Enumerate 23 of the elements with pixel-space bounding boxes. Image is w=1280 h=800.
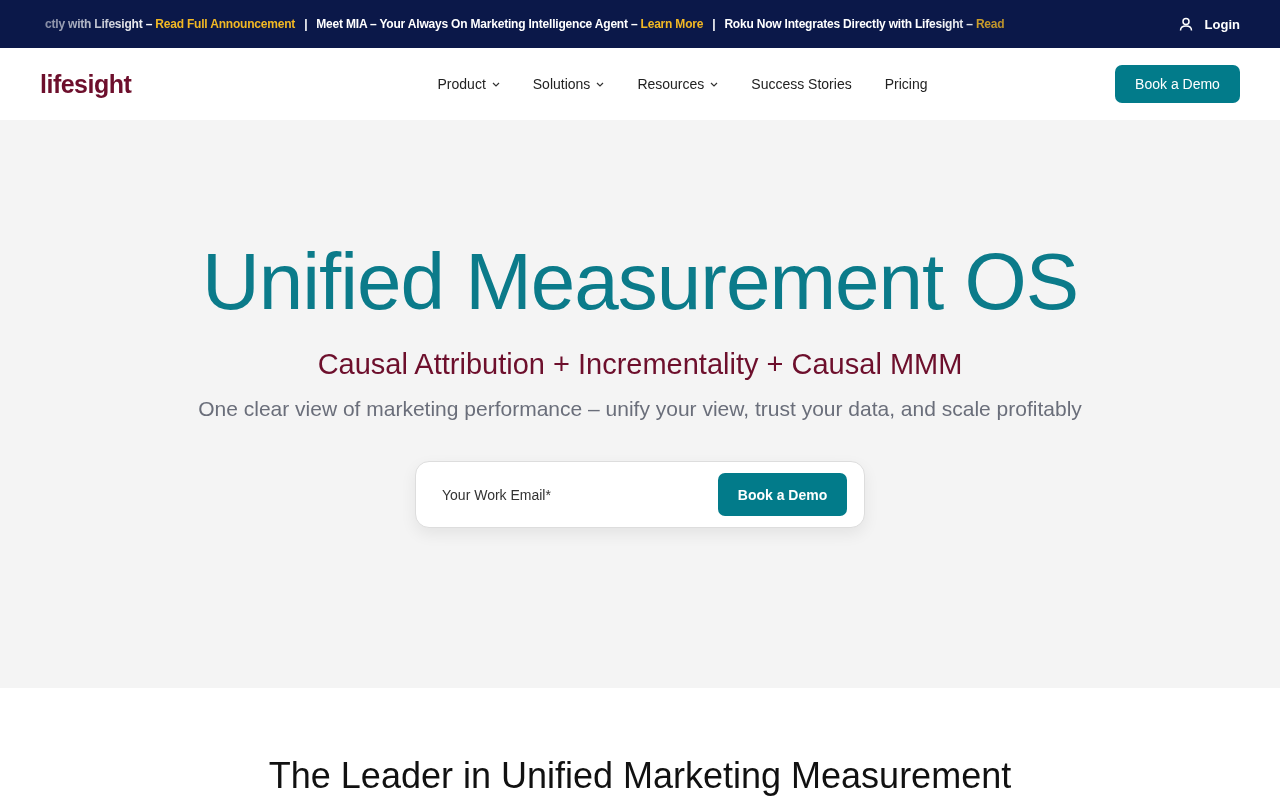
announcement-link[interactable]: Learn More bbox=[640, 17, 704, 31]
hero-subtitle: Causal Attribution + Incrementality + Causal MMM bbox=[317, 350, 963, 379]
announcement-link[interactable]: Read Full Announcement bbox=[155, 17, 296, 31]
login-link[interactable]: Login bbox=[1178, 16, 1240, 32]
separator: | bbox=[712, 17, 716, 31]
nav-item[interactable]: Resources bbox=[637, 76, 719, 92]
hero-title: Unified Measurement OS bbox=[201, 242, 1079, 322]
announcement-text: Meet MIA – Your Always On Marketing Intelligence Agent – bbox=[316, 17, 639, 31]
user-icon bbox=[1178, 17, 1193, 31]
email-field[interactable]: Your Work Email* bbox=[440, 485, 694, 504]
nav-item[interactable]: Product bbox=[437, 76, 500, 92]
separator: | bbox=[304, 17, 308, 31]
logo[interactable]: lifesight bbox=[40, 69, 190, 99]
book-demo-button[interactable]: Book a Demo bbox=[718, 473, 847, 516]
announcement-text: Roku Now Integrates Directly with Lifesight – bbox=[724, 17, 974, 31]
nav-item[interactable]: Solutions bbox=[532, 76, 605, 92]
announcement-link[interactable]: Read bbox=[975, 17, 1005, 31]
section-heading: The Leader in Unified Marketing Measurement bbox=[268, 756, 1012, 796]
book-demo-button[interactable]: Book a Demo bbox=[1115, 65, 1240, 103]
hero-description: One clear view of marketing performance – unify your view, trust your data, and scale profitably bbox=[198, 397, 1082, 421]
nav-item[interactable]: Success Stories bbox=[751, 76, 852, 92]
announcement-text: ctly with Lifesight – bbox=[45, 17, 154, 31]
nav-item[interactable]: Pricing bbox=[884, 76, 928, 92]
